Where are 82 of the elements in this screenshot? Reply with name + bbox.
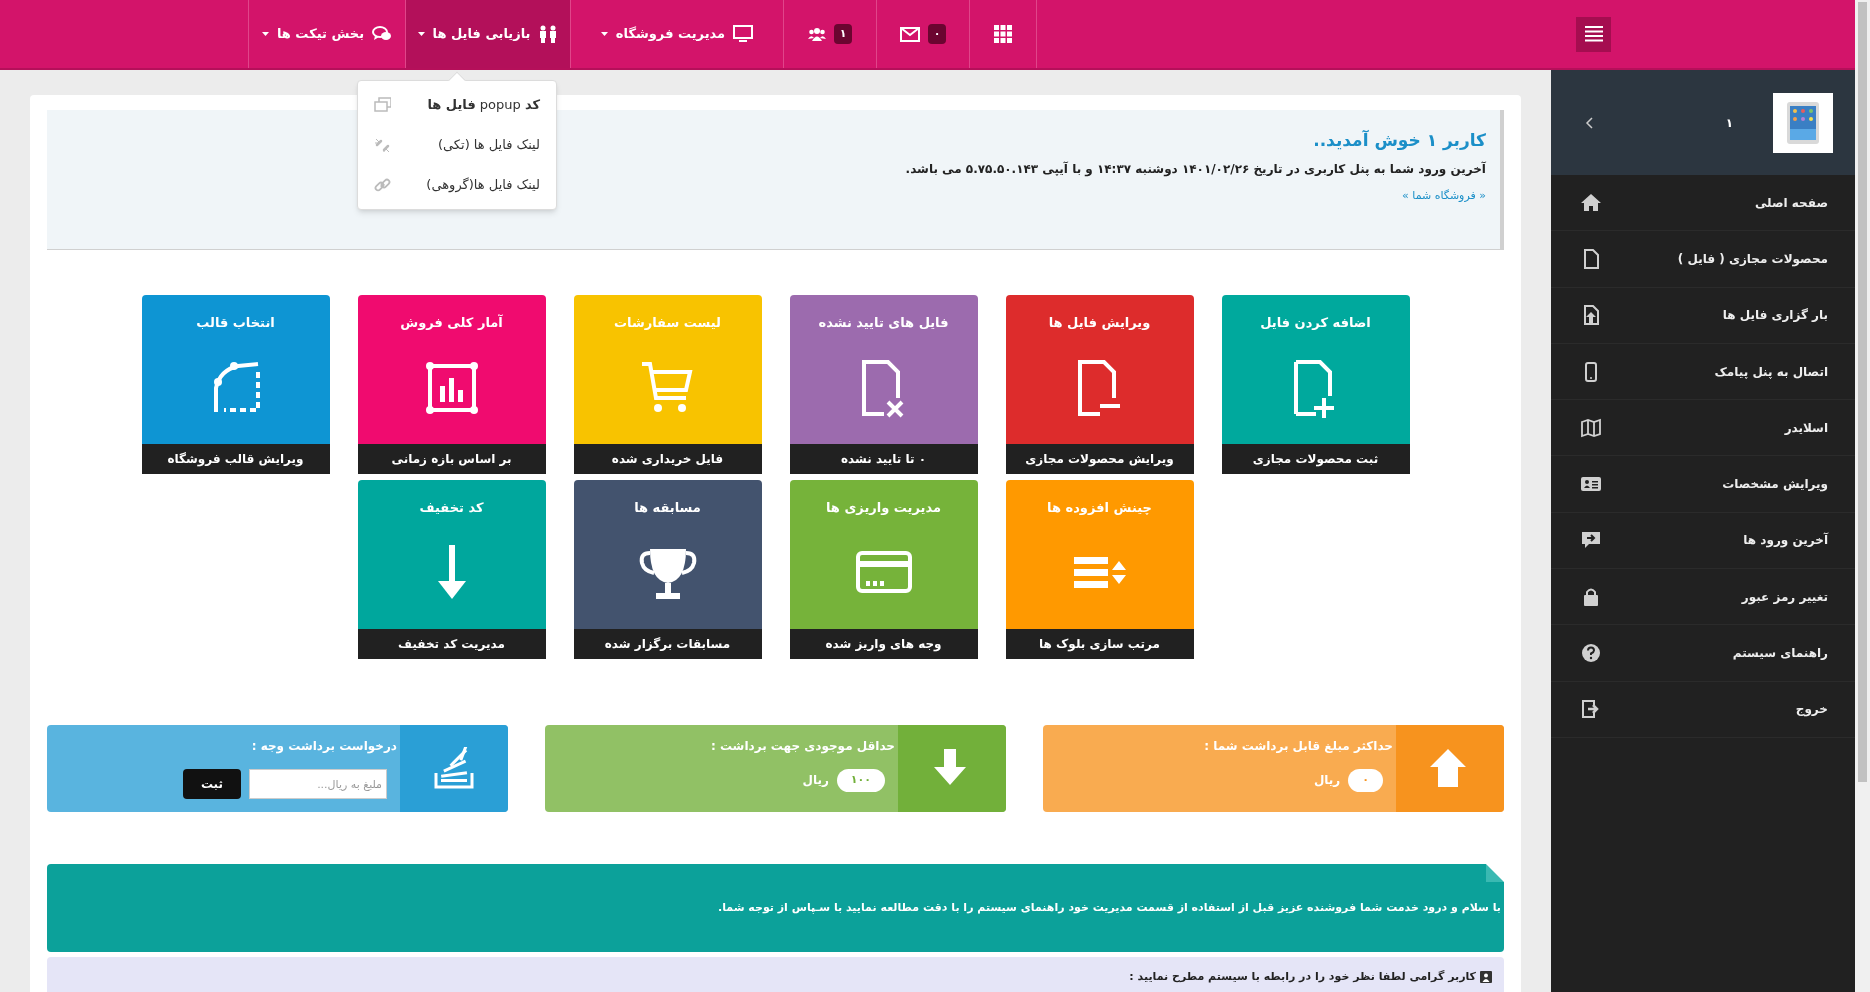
dashboard-tile[interactable]: فایل های تایید نشده ۰ تا تایید نشده — [789, 295, 978, 474]
tile-title: چینش افزوده ها — [1046, 499, 1153, 517]
amount-pill: ۰ — [1348, 769, 1383, 792]
tile-caption: ثبت محصولات مجازی — [1221, 444, 1410, 474]
tile-caption: بر اساس بازه زمانی — [357, 444, 546, 474]
monitor-icon — [733, 25, 754, 43]
tile-title: ویرایش فایل ها — [1047, 314, 1152, 332]
menu-icon — [1584, 26, 1603, 42]
sidebar-menu-item[interactable]: راهنمای سیستم — [1551, 625, 1855, 682]
sidebar-menu-item[interactable]: آخرین ورود ها — [1551, 512, 1855, 570]
stack-icon — [432, 746, 476, 791]
tile-caption: ویرایش قالب فروشگاه — [141, 444, 330, 474]
dashboard-tile[interactable]: انتخاب قالب ویرایش قالب فروشگاه — [141, 295, 330, 474]
dropdown-item[interactable]: لینک فایل ها(گروهی) — [358, 165, 556, 205]
caret-icon — [417, 31, 425, 37]
exit-icon — [1581, 699, 1601, 720]
sidebar-menu-item[interactable]: ویرایش مشخصات — [1551, 456, 1855, 513]
dashboard-tile[interactable]: ویرایش فایل ها ویرایش محصولات مجازی — [1005, 295, 1194, 474]
dashboard-tile[interactable]: مدیریت واریزی ها وجه های واریز شده — [789, 480, 978, 659]
tile-caption: مدیریت کد تخفیف — [357, 629, 546, 659]
dashboard-tile[interactable]: کد تخفیف مدیریت کد تخفیف — [357, 480, 546, 659]
mail-button[interactable]: ۰ — [876, 0, 969, 68]
tile-title: اضافه کردن فایل — [1259, 314, 1372, 332]
stat-title: درخواست برداشت وجه : — [250, 738, 397, 755]
stat-title: حداکثر مبلغ قابل برداشت شما : — [1203, 738, 1393, 755]
nav-menu-item[interactable]: بخش تیکت ها — [248, 0, 405, 68]
feedback-prompt: کاربر گرامی لطفا نظر خود را در رابطه با سیستم مطرح نمایید : — [1129, 969, 1476, 985]
tile-title: مدیریت واریزی ها — [825, 499, 942, 517]
tile-caption: مسابقات برگزار شده — [573, 629, 762, 659]
count-badge: ۰ — [927, 23, 947, 45]
dashboard-tile[interactable]: اضافه کردن فایل ثبت محصولات مجازی — [1221, 295, 1410, 474]
tile-title: کد تخفیف — [418, 499, 485, 517]
submit-button[interactable]: ثبت — [182, 769, 241, 799]
banner-corner — [1486, 864, 1504, 882]
house-icon — [1581, 192, 1601, 213]
caret-icon — [600, 31, 608, 37]
grid-icon — [994, 25, 1012, 43]
group-icon — [807, 27, 826, 41]
tile-caption: ۰ تا تایید نشده — [789, 444, 978, 474]
users-button[interactable]: ۱ — [783, 0, 876, 68]
welcome-title: کاربر ۱ خوش آمدید.. — [1313, 129, 1486, 153]
chat-bubbles-icon — [372, 25, 393, 43]
tile-title: فایل های تایید نشده — [817, 314, 950, 332]
dropdown-item[interactable]: لینک فایل ها (تکی) — [358, 125, 556, 165]
amount-pill: ۱۰۰ — [836, 769, 885, 792]
caret-icon — [261, 31, 269, 37]
last-login-text: آخرین ورود شما به پنل کاربری در تاریخ ۱۴۰۱/۰۲/۲۶ دوشنبه ۱۴:۳۷ و با آیپی ۵.۷۵.۵۰.۱۴۳ می باشد. — [905, 160, 1486, 178]
tile-caption: ویرایش محصولات مجازی — [1005, 444, 1194, 474]
lock-icon — [1581, 586, 1601, 607]
message-arrow-icon — [1581, 530, 1601, 551]
tile-title: انتخاب قالب — [195, 314, 276, 332]
tile-title: آمار کلی فروش — [399, 313, 504, 332]
document-icon — [1581, 248, 1601, 269]
tile-title: مسابقه ها — [633, 499, 702, 517]
scrollbar-thumb[interactable] — [1858, 2, 1867, 782]
dashboard-tile[interactable]: لیست سفارشات فایل خریداری شده — [573, 295, 762, 474]
help-icon — [1581, 643, 1601, 663]
file-upload-icon — [1581, 305, 1601, 326]
currency-label: ریال — [1313, 772, 1341, 790]
map-icon — [1581, 417, 1601, 438]
user-name: ۱ — [1724, 114, 1733, 132]
windows-icon — [374, 97, 391, 113]
broken-link-icon — [374, 137, 391, 153]
user-card-icon — [1480, 971, 1492, 983]
menu-button[interactable] — [1576, 16, 1611, 52]
notice-text: با سلام و درود خدمت شما فروشنده عزیز قبل از استفاده از قسمت مدیریت خود راهنمای سیستم را با دقت مطالعه نمایید با سـپاس از توجه شما. — [718, 900, 1501, 916]
link-icon — [374, 177, 391, 193]
tile-caption: فایل خریداری شده — [573, 444, 762, 474]
envelope-icon — [899, 26, 920, 42]
stat-title: حداقل موجودی جهت برداشت : — [709, 738, 895, 755]
tile-caption: مرتب سازی بلوک ها — [1005, 629, 1194, 659]
count-badge: ۱ — [833, 23, 853, 45]
dashboard-tile[interactable]: چینش افزوده ها مرتب سازی بلوک ها — [1005, 480, 1194, 659]
dashboard-tile[interactable]: مسابقه ها مسابقات برگزار شده — [573, 480, 762, 659]
amount-field[interactable]: ملبغ به ریال... — [249, 769, 387, 799]
people-icon — [538, 25, 559, 43]
tile-caption: وجه های واریز شده — [789, 629, 978, 659]
dashboard-tile[interactable]: آمار کلی فروش بر اساس بازه زمانی — [357, 295, 546, 474]
currency-label: ریال — [802, 772, 829, 790]
chevron-left-icon — [1585, 116, 1593, 129]
tile-title: لیست سفارشات — [613, 314, 722, 332]
nav-menu-item[interactable]: بازیابی فایل ها — [405, 0, 570, 68]
